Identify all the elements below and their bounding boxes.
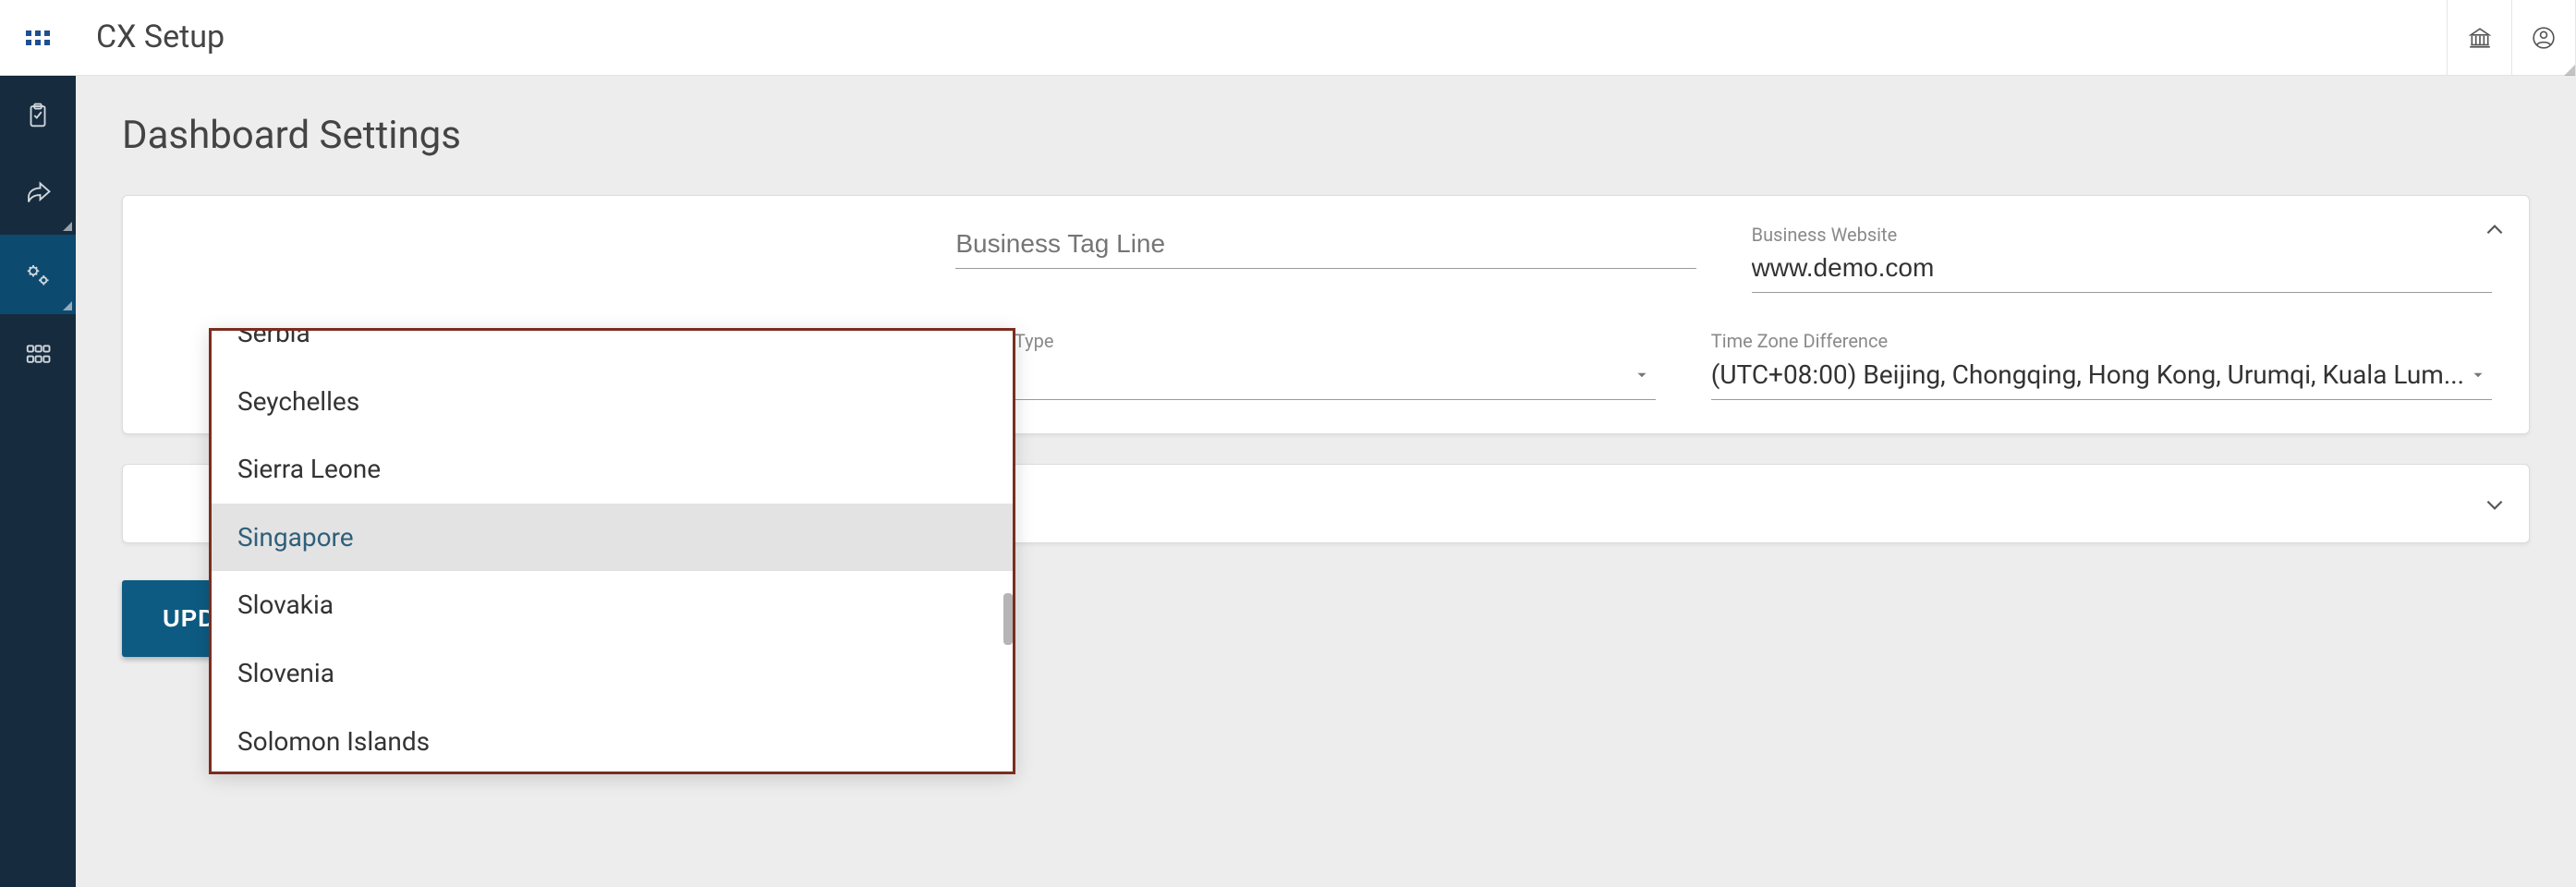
- gears-icon: [24, 261, 52, 288]
- clipboard-icon: [24, 102, 52, 129]
- tagline-input[interactable]: [955, 224, 1695, 269]
- business-type-select[interactable]: Retail: [935, 354, 1655, 400]
- website-field[interactable]: Business Website: [1752, 224, 2492, 293]
- country-option-solomon-islands[interactable]: Solomon Islands: [212, 708, 1013, 758]
- country-option-slovakia[interactable]: Slovakia: [212, 571, 1013, 639]
- sidebar-item-grid[interactable]: [0, 314, 76, 394]
- country-option-serbia[interactable]: Serbia: [212, 328, 1013, 368]
- dropdown-scrollbar[interactable]: [1003, 593, 1013, 645]
- grid-modules-icon: [24, 340, 52, 368]
- share-arrow-icon: [24, 181, 52, 209]
- left-sidebar: [0, 76, 76, 887]
- timezone-label: Time Zone Difference: [1711, 330, 2492, 352]
- expand-panel-button[interactable]: [2483, 492, 2507, 520]
- form-row-1: Business Website: [160, 224, 2492, 293]
- institution-button[interactable]: [2447, 0, 2511, 76]
- country-option-slovenia[interactable]: Slovenia: [212, 639, 1013, 708]
- app-title: CX Setup: [96, 18, 225, 55]
- business-type-field[interactable]: Business Type Retail: [935, 330, 1655, 400]
- country-field[interactable]: [160, 224, 900, 293]
- timezone-select[interactable]: (UTC+08:00) Beijing, Chongqing, Hong Kon…: [1711, 354, 2492, 400]
- dropdown-caret[interactable]: [2470, 367, 2486, 387]
- main-area: Dashboard Settings Business Website: [0, 76, 2576, 887]
- page-title: Dashboard Settings: [122, 113, 2530, 158]
- sidebar-item-setup[interactable]: [0, 235, 76, 314]
- country-dropdown[interactable]: Serbia Seychelles Sierra Leone Singapore…: [209, 328, 1015, 774]
- sidebar-item-tasks[interactable]: [0, 76, 76, 155]
- caret-down-icon: [2470, 367, 2486, 383]
- website-input[interactable]: [1752, 248, 2492, 293]
- business-type-label: Business Type: [935, 330, 1655, 352]
- country-option-sierra-leone[interactable]: Sierra Leone: [212, 435, 1013, 504]
- expand-indicator-icon: [63, 222, 72, 231]
- dropdown-caret[interactable]: [1634, 367, 1650, 387]
- app-header: CX Setup: [0, 0, 2576, 76]
- sidebar-item-share[interactable]: [0, 155, 76, 235]
- country-option-seychelles[interactable]: Seychelles: [212, 368, 1013, 436]
- expand-indicator-icon: [63, 301, 72, 310]
- apps-launcher[interactable]: [0, 0, 76, 76]
- account-button[interactable]: [2511, 0, 2576, 76]
- country-option-singapore[interactable]: Singapore: [212, 504, 1013, 572]
- caret-down-icon: [1634, 367, 1650, 383]
- user-circle-icon: [2532, 26, 2556, 50]
- website-label: Business Website: [1752, 224, 2492, 246]
- bank-icon: [2468, 26, 2492, 50]
- country-dropdown-list: Serbia Seychelles Sierra Leone Singapore…: [212, 328, 1013, 759]
- chevron-down-icon: [2483, 492, 2507, 516]
- content-area: Dashboard Settings Business Website: [76, 76, 2576, 887]
- tagline-field[interactable]: [955, 224, 1695, 293]
- timezone-field[interactable]: Time Zone Difference (UTC+08:00) Beijing…: [1711, 330, 2492, 400]
- header-actions: [2447, 0, 2576, 76]
- resize-handle-icon: [2564, 65, 2575, 76]
- apps-icon: [26, 30, 50, 45]
